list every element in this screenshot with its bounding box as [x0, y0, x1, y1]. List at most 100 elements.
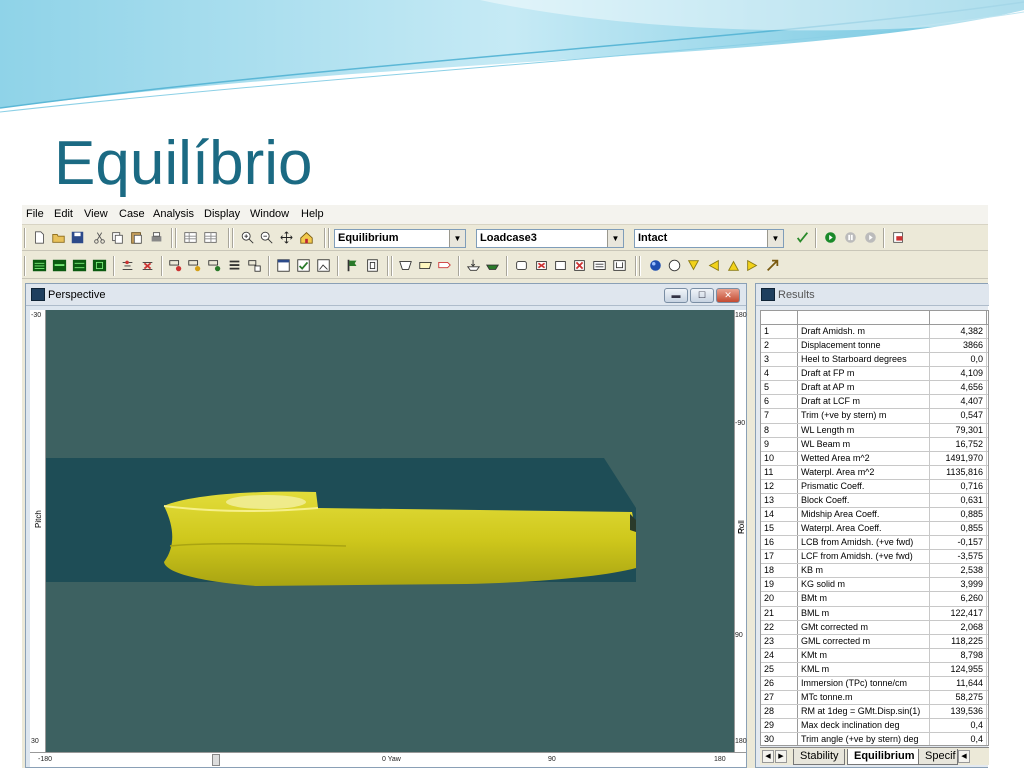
tab-scroll-left-icon[interactable]: ◀	[958, 750, 970, 763]
render-shaded-icon[interactable]	[647, 257, 664, 274]
table-row[interactable]: 6 Draft at LCF m 4,407	[761, 395, 988, 410]
menu-analysis[interactable]: Analysis	[153, 208, 194, 220]
compartment-edit-icon[interactable]	[186, 257, 203, 274]
show-waterlines-icon[interactable]	[51, 257, 68, 274]
loadcase-select[interactable]: Loadcase3 ▼	[476, 229, 624, 248]
open-folder-icon[interactable]	[50, 229, 67, 246]
light-left-icon[interactable]	[705, 257, 722, 274]
unit-icon[interactable]	[611, 257, 628, 274]
menu-window[interactable]: Window	[250, 208, 289, 220]
table-row[interactable]: 1 Draft Amidsh. m 4,382	[761, 325, 988, 340]
close-icon[interactable]: ✕	[716, 288, 740, 303]
zoom-out-icon[interactable]	[258, 229, 275, 246]
table-row[interactable]: 16 LCB from Amidsh. (+ve fwd) -0,157	[761, 536, 988, 551]
show-buttocks-icon[interactable]	[71, 257, 88, 274]
table-row[interactable]: 29 Max deck inclination deg 0,4	[761, 719, 988, 734]
yaw-slider-handle[interactable]	[212, 754, 220, 766]
roll-ruler[interactable]: 180 -90 0 90 180 Roll	[734, 310, 747, 752]
save-icon[interactable]	[69, 229, 86, 246]
table-row[interactable]: 24 KMt m 8,798	[761, 648, 988, 663]
cut-icon[interactable]	[91, 229, 108, 246]
vessel-weight-icon[interactable]	[465, 257, 482, 274]
results-window[interactable]: Results 1 Draft Amidsh. m 4,382 2 Displaceme…	[755, 283, 989, 768]
show-sections-icon[interactable]	[31, 257, 48, 274]
maximize-icon[interactable]: ☐	[690, 288, 714, 303]
table-row[interactable]: 22 GMt corrected m 2,068	[761, 620, 988, 635]
box-delete-icon[interactable]	[533, 257, 550, 274]
3d-viewport[interactable]	[46, 310, 734, 752]
compartment-table-icon[interactable]	[246, 257, 263, 274]
window-frame-icon[interactable]	[275, 257, 292, 274]
condition-select[interactable]: Intact ▼	[634, 229, 784, 248]
box-empty-icon[interactable]	[552, 257, 569, 274]
table-grid-icon[interactable]	[182, 229, 199, 246]
yaw-ruler[interactable]: -180 0 Yaw 90 180	[30, 752, 746, 767]
table-row[interactable]: 28 RM at 1deg = GMt.Disp.sin(1) 139,536	[761, 705, 988, 720]
table-row[interactable]: 21 BML m 122,417	[761, 606, 988, 621]
box-icon[interactable]	[513, 257, 530, 274]
table-row[interactable]: 27 MTc tonne.m 58,275	[761, 691, 988, 706]
table-row[interactable]: 4 Draft at FP m 4,109	[761, 367, 988, 382]
light-up-icon[interactable]	[725, 257, 742, 274]
new-file-icon[interactable]	[31, 229, 48, 246]
results-title-bar[interactable]: Results	[756, 284, 989, 306]
table-row[interactable]: 12 Prismatic Coeff. 0,716	[761, 479, 988, 494]
box-remove-icon[interactable]	[571, 257, 588, 274]
render-wire-icon[interactable]	[666, 257, 683, 274]
light-custom-icon[interactable]	[764, 257, 781, 274]
menu-view[interactable]: View	[84, 208, 108, 220]
chevron-down-icon[interactable]: ▼	[449, 230, 465, 247]
pitch-ruler[interactable]: -30 30 Pitch	[30, 310, 46, 752]
home-view-icon[interactable]	[298, 229, 315, 246]
menu-file[interactable]: File	[26, 208, 44, 220]
perspective-title-bar[interactable]: Perspective ▬ ☐ ✕	[26, 284, 746, 306]
tab-next-icon[interactable]: ▶	[775, 750, 787, 763]
table-row[interactable]: 13 Block Coeff. 0,631	[761, 493, 988, 509]
table-row[interactable]: 23 GML corrected m 118,225	[761, 634, 988, 649]
table-row[interactable]: 15 Waterpl. Area Coeff. 0,855	[761, 522, 988, 537]
print-icon[interactable]	[148, 229, 165, 246]
window-image-icon[interactable]	[315, 257, 332, 274]
tab-stability[interactable]: Stability	[793, 749, 845, 765]
table-row[interactable]: 10 Wetted Area m^2 1491,970	[761, 451, 988, 466]
table-row[interactable]: 3 Heel to Starboard degrees 0,0	[761, 353, 988, 368]
table-row[interactable]: 5 Draft at AP m 4,656	[761, 381, 988, 396]
window-check-icon[interactable]	[295, 257, 312, 274]
table-row[interactable]: 14 Midship Area Coeff. 0,885	[761, 508, 988, 523]
show-diagonals-icon[interactable]	[91, 257, 108, 274]
pan-move-icon[interactable]	[278, 229, 295, 246]
table-row[interactable]: 7 Trim (+ve by stern) m 0,547	[761, 409, 988, 424]
tank-icon[interactable]	[119, 257, 136, 274]
hull-arrow-icon[interactable]	[436, 257, 453, 274]
pause-icon[interactable]	[842, 229, 859, 246]
minimize-icon[interactable]: ▬	[664, 288, 688, 303]
table-row[interactable]: 30 Trim angle (+ve by stern) deg 0,4	[761, 733, 988, 745]
text-label-icon[interactable]	[591, 257, 608, 274]
chevron-down-icon[interactable]: ▼	[767, 230, 783, 247]
menu-help[interactable]: Help	[301, 208, 324, 220]
tab-first-icon[interactable]: ◀	[762, 750, 774, 763]
copy-icon[interactable]	[109, 229, 126, 246]
table-row[interactable]: 25 KML m 124,955	[761, 662, 988, 677]
compartment-icon[interactable]	[167, 257, 184, 274]
tab-specified[interactable]: Specif	[918, 749, 958, 765]
hull-shape-icon[interactable]	[397, 257, 414, 274]
menu-edit[interactable]: Edit	[54, 208, 73, 220]
perspective-window[interactable]: Perspective ▬ ☐ ✕ -30 30 Pitch 180 -90 0…	[25, 283, 747, 768]
zoom-in-icon[interactable]	[239, 229, 256, 246]
chevron-down-icon[interactable]: ▼	[607, 230, 623, 247]
report-export-icon[interactable]	[890, 229, 907, 246]
compartment-list-icon[interactable]	[226, 257, 243, 274]
results-table[interactable]: 1 Draft Amidsh. m 4,382 2 Displacement tonne…	[760, 310, 989, 746]
analysis-type-select[interactable]: Equilibrium ▼	[334, 229, 466, 248]
hull-outline-icon[interactable]	[417, 257, 434, 274]
tab-equilibrium[interactable]: Equilibrium	[847, 749, 921, 765]
compartment-copy-icon[interactable]	[206, 257, 223, 274]
menu-case[interactable]: Case	[119, 208, 145, 220]
light-down-icon[interactable]	[685, 257, 702, 274]
table-row[interactable]: 26 Immersion (TPc) tonne/cm 11,644	[761, 676, 988, 692]
table-row[interactable]: 19 KG solid m 3,999	[761, 578, 988, 593]
table-row[interactable]: 17 LCF from Amidsh. (+ve fwd) -3,575	[761, 550, 988, 565]
table-row[interactable]: 9 WL Beam m 16,752	[761, 437, 988, 452]
table-row[interactable]: 11 Waterpl. Area m^2 1135,816	[761, 465, 988, 480]
